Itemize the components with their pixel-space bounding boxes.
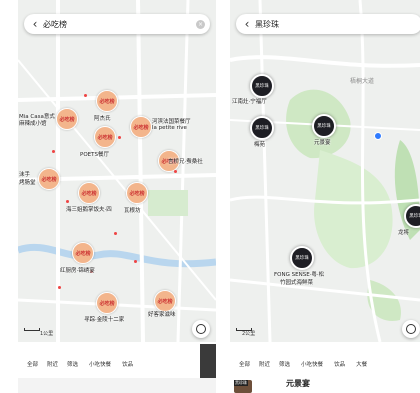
map-dot [174,170,177,173]
map-dot [52,150,55,153]
heizhenzhu-pin[interactable]: 黑珍珠 [312,114,336,138]
bichi-pin[interactable]: 必吃榜 [96,90,118,112]
filter-bar: 全部 附近 筛选 小吃快餐 饮品 大餐 [230,356,420,372]
map-dot [118,136,121,139]
scale-text: 1公里 [40,331,54,337]
poi-label: 言桥兄·蚕桑社 [168,159,203,165]
filter-all[interactable]: 全部 [239,360,250,368]
search-bar[interactable]: ‹ 必吃榜 × [24,14,210,34]
locate-button[interactable] [192,320,210,338]
filter-drinks[interactable]: 饮品 [334,360,345,368]
filter-dining[interactable]: 大餐 [356,360,367,368]
card-title[interactable]: 元景宴 [286,378,310,389]
poi-label: la petite rive [152,125,187,131]
filter-sort[interactable]: 筛选 [67,360,78,368]
bichi-pin[interactable]: 必吃榜 [38,168,60,190]
scale-text: 2公里 [242,331,256,337]
map-left[interactable]: ‹ 必吃榜 × 必吃榜 必吃榜 必吃榜 必吃榜 必吃榜 必吃榜 必吃榜 必吃榜 … [18,0,216,342]
bichi-pin[interactable]: 必吃榜 [94,126,116,148]
poi-label: 元景宴 [314,140,331,146]
search-bar[interactable]: ‹ 黑珍珠 [236,14,420,34]
map-right[interactable]: ‹ 黑珍珠 黑珍珠 黑珍珠 黑珍珠 黑珍珠 黑珍珠 江南灶·宁福厅 梅苑 元景宴… [230,0,420,342]
back-arrow-icon[interactable]: ‹ [236,17,255,31]
poi-label: 好客家滋味 [148,312,176,318]
poi-label: 梅苑 [254,142,266,148]
phone-right: ‹ 黑珍珠 黑珍珠 黑珍珠 黑珍珠 黑珍珠 黑珍珠 江南灶·宁福厅 梅苑 元景宴… [230,0,420,393]
filter-sort[interactable]: 筛选 [279,360,290,368]
search-input[interactable]: 黑珍珠 [255,19,420,30]
filter-nearby[interactable]: 附近 [47,360,58,368]
phone-left: ‹ 必吃榜 × 必吃榜 必吃榜 必吃榜 必吃榜 必吃榜 必吃榜 必吃榜 必吃榜 … [18,0,216,393]
map-area-label: 梧桐大道 [350,78,375,85]
locate-icon [406,324,416,334]
poi-label: 江南灶·宁福厅 [232,99,267,105]
poi-label: 烤肠堂 [19,180,36,186]
poi-label: 竹园式海鲜菜 [280,280,314,286]
heizhenzhu-pin[interactable]: 黑珍珠 [250,116,274,140]
filter-snack[interactable]: 小吃快餐 [301,360,323,368]
bichi-pin[interactable]: 必吃榜 [126,182,148,204]
search-input[interactable]: 必吃榜 [43,19,196,30]
map-right-terrain [230,0,420,342]
bichi-pin[interactable]: 必吃榜 [130,116,152,138]
bichi-pin[interactable]: 必吃榜 [154,290,176,312]
map-dot [66,200,69,203]
filter-bar: 全部 附近 筛选 小吃快餐 饮品 [18,356,216,372]
poi-label: 麻辣成小馆 [19,121,47,127]
poi-label: 阿杰氏 [94,116,111,122]
clear-icon[interactable]: × [196,19,205,29]
poi-label: 红厨房·锦绣宴 [60,268,95,274]
poi-label: 龙将 [398,230,410,236]
bichi-pin[interactable]: 必吃榜 [96,292,118,314]
bichi-pin[interactable]: 必吃榜 [72,242,94,264]
bichi-pin[interactable]: 必吃榜 [56,108,78,130]
heizhenzhu-pin[interactable]: 黑珍珠 [250,74,274,98]
map-dot [58,286,61,289]
locate-button[interactable] [402,320,420,338]
map-dot [84,94,87,97]
locate-icon [196,324,206,334]
poi-label: 海三姐鹅掌饭夫·四 [66,207,112,213]
poi-label: 瓦根坊 [124,208,141,214]
back-arrow-icon[interactable]: ‹ [24,17,43,31]
filter-drinks[interactable]: 饮品 [122,360,133,368]
poi-label: 河滨法国菜餐厅 [152,119,191,125]
heizhenzhu-pin[interactable]: 黑珍珠 [290,246,314,270]
scale-bar [24,328,40,331]
map-dot [114,232,117,235]
poi-label: FONG SENSE·粤·松 [274,272,325,278]
card-badge: 黑珍珠 [234,380,248,386]
poi-label: 沫手 [19,172,31,178]
user-location-icon [374,132,382,140]
filter-snack[interactable]: 小吃快餐 [89,360,111,368]
map-dot [134,260,137,263]
filter-nearby[interactable]: 附近 [259,360,270,368]
bichi-pin[interactable]: 必吃榜 [78,182,100,204]
poi-label: POETS餐厅 [80,152,109,158]
filter-all[interactable]: 全部 [27,360,38,368]
result-card-strip[interactable] [18,378,216,393]
poi-label: 寻踪·金陵十二家 [84,317,125,323]
